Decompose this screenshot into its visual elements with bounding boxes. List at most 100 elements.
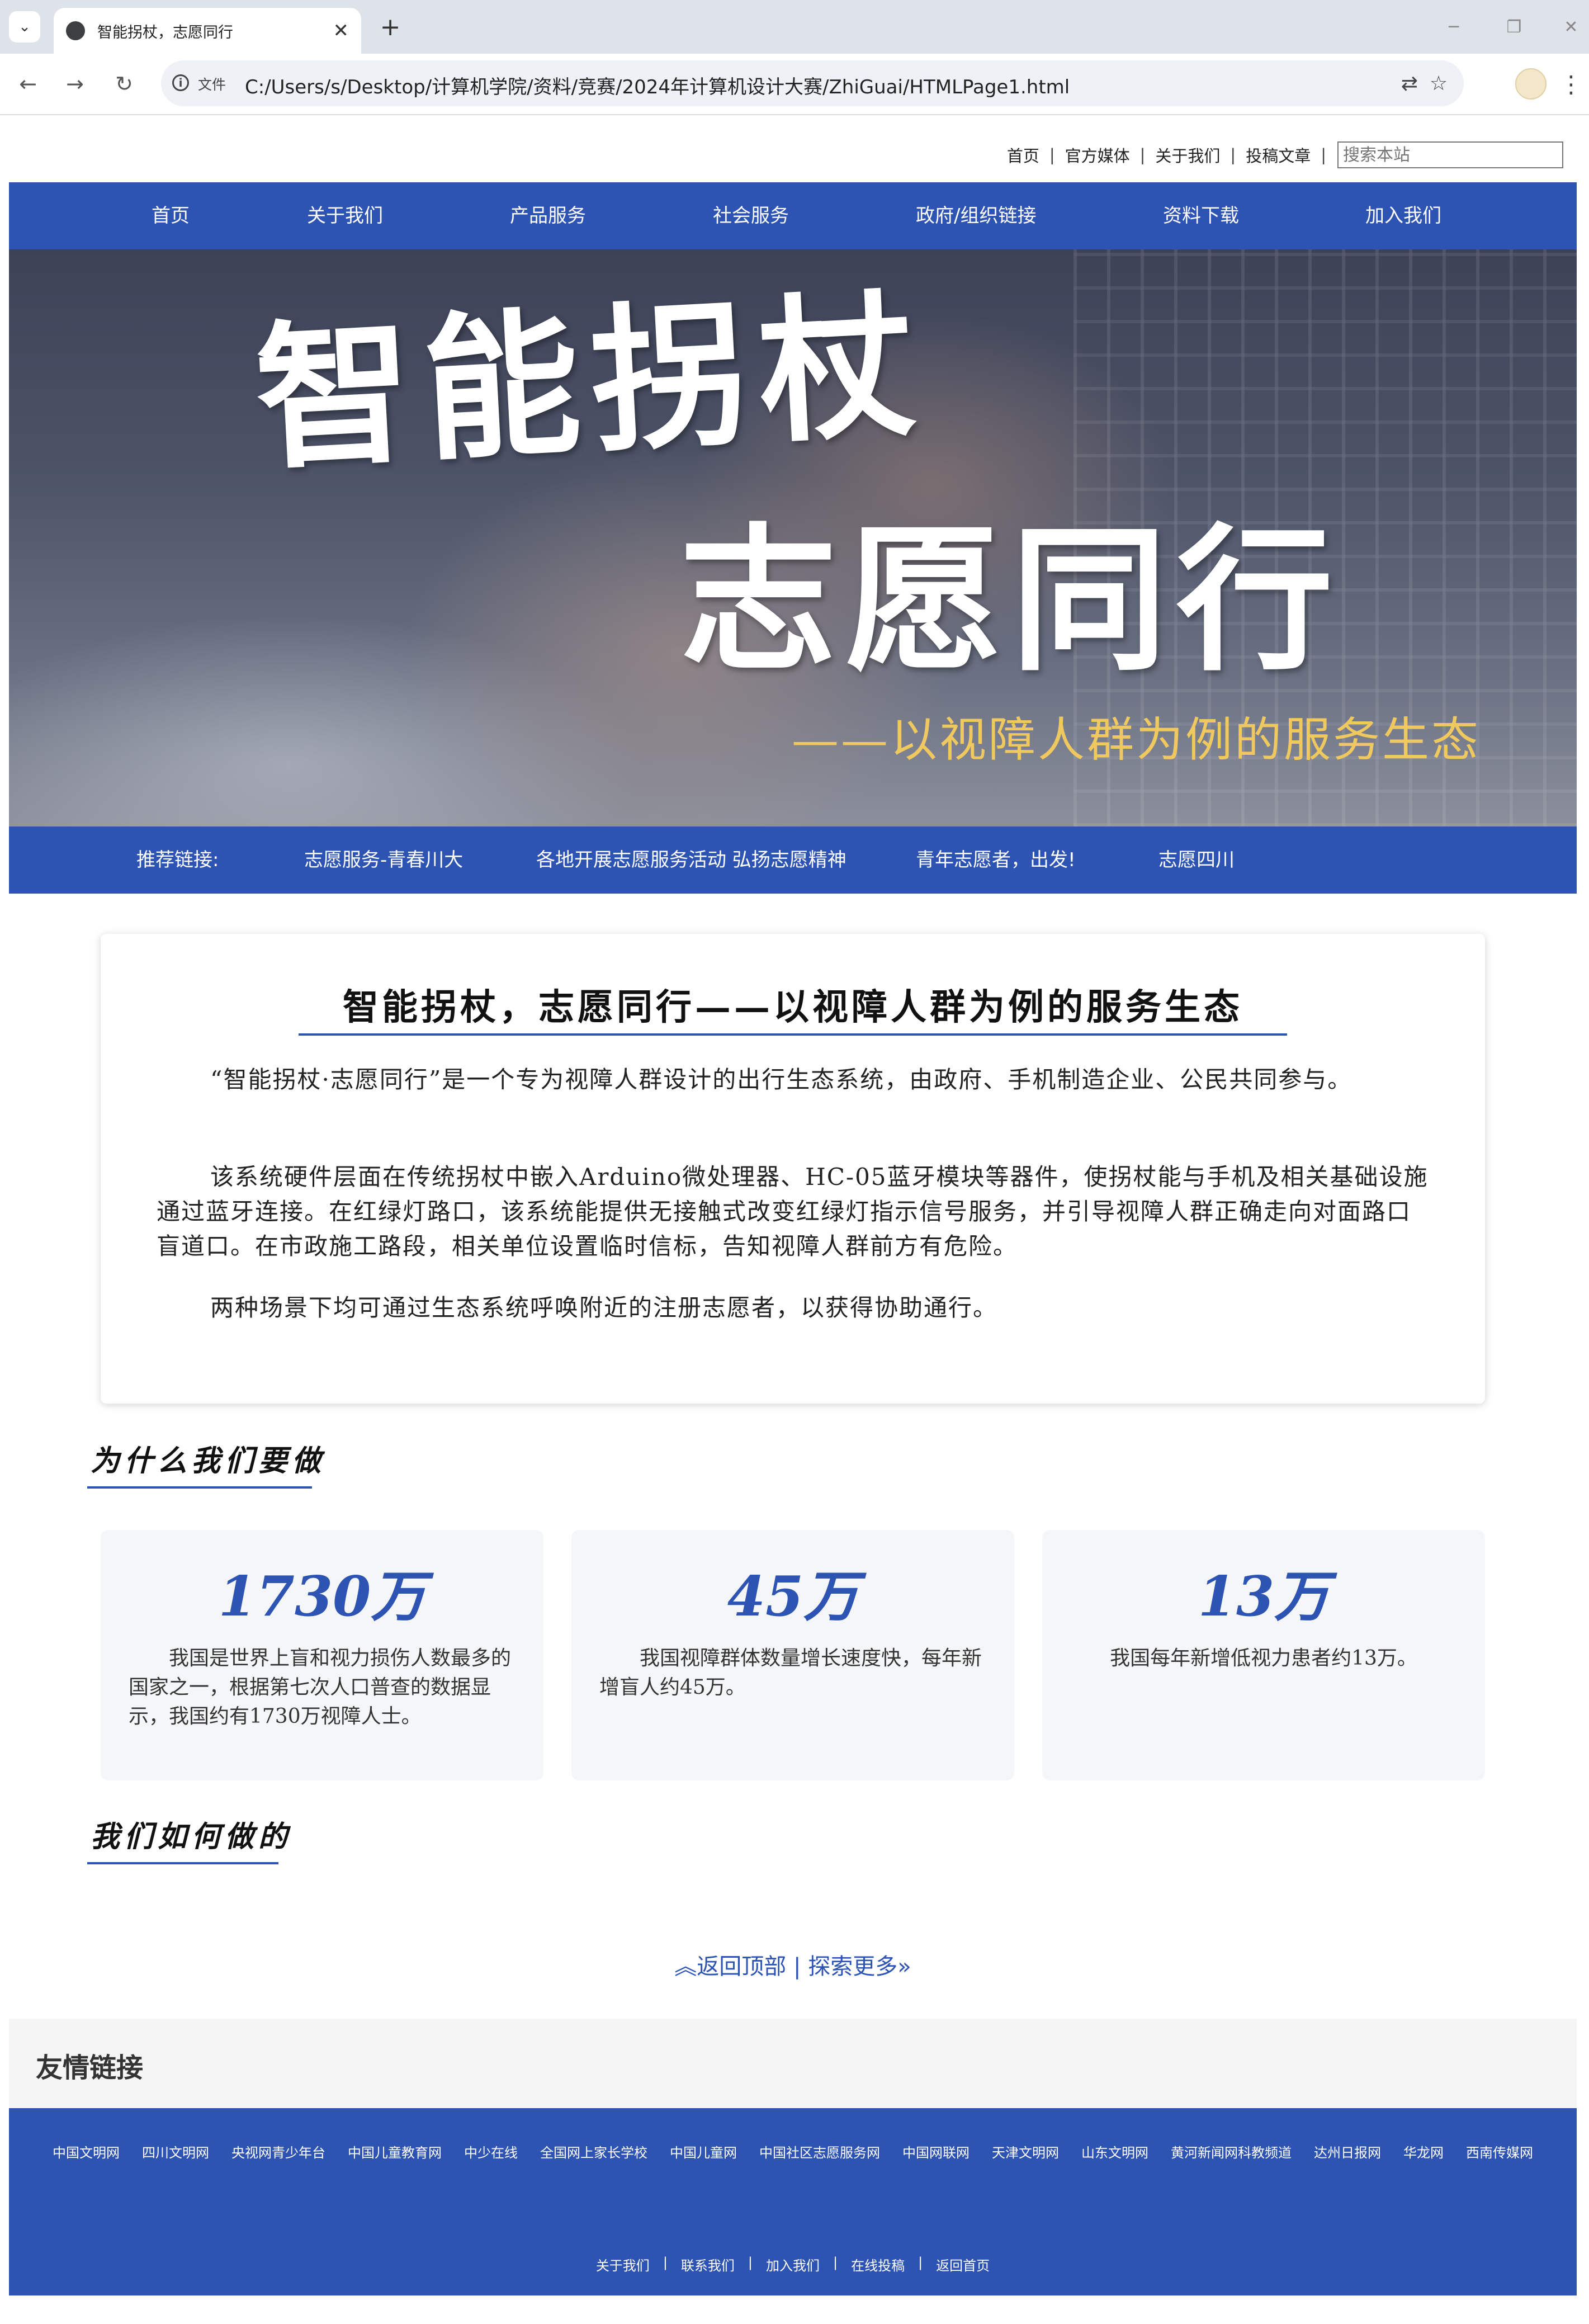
title-underline — [299, 1033, 1287, 1036]
top-link-submit[interactable]: 投稿文章 — [1236, 143, 1321, 167]
recommended-label: 推荐链接: — [136, 849, 219, 871]
back-to-top-link[interactable]: 返回顶部 — [697, 1954, 786, 1980]
friend-link[interactable]: 华龙网 — [1392, 2142, 1455, 2161]
footer-link-join[interactable]: 加入我们 — [759, 2255, 826, 2274]
chevron-up-icon[interactable]: ︽ — [674, 1954, 697, 1980]
top-link-about[interactable]: 关于我们 — [1145, 143, 1230, 167]
globe-icon — [66, 21, 85, 40]
tab-search-button[interactable]: ⌄ — [9, 11, 40, 42]
banner-title-line2: 志愿同行 — [680, 508, 1342, 692]
heading-underline — [87, 1862, 278, 1864]
separator: | — [1230, 145, 1236, 164]
footer-links: 关于我们 | 联系我们 | 加入我们 | 在线投稿 | 返回首页 — [9, 2255, 1577, 2274]
nav-products[interactable]: 产品服务 — [510, 182, 586, 249]
footer-link-contact[interactable]: 联系我们 — [674, 2255, 741, 2274]
stat-description: 我国视障群体数量增长速度快，每年新增盲人约45万。 — [599, 1647, 982, 1699]
recommended-link[interactable]: 各地开展志愿服务活动 弘扬志愿精神 — [536, 826, 846, 894]
window-close-icon[interactable]: ✕ — [1549, 11, 1589, 42]
nav-gov[interactable]: 政府/组织链接 — [916, 182, 1036, 249]
banner-subtitle: ——以视障人群为例的服务生态 — [792, 712, 1481, 767]
more-menu-icon[interactable]: ⋮ — [1559, 68, 1583, 100]
footer-link-about[interactable]: 关于我们 — [589, 2255, 656, 2274]
top-link-home[interactable]: 首页 — [997, 143, 1049, 167]
nav-downloads[interactable]: 资料下载 — [1163, 182, 1239, 249]
stat-number: 45万 — [727, 1565, 859, 1629]
friend-link[interactable]: 天津文明网 — [981, 2142, 1070, 2161]
recommended-links-bar: 推荐链接: 志愿服务-青春川大 各地开展志愿服务活动 弘扬志愿精神 青年志愿者，… — [9, 826, 1577, 894]
browser-tab[interactable]: 智能拐杖，志愿同行 ✕ — [54, 8, 361, 54]
browser-tabstrip: ⌄ 智能拐杖，志愿同行 ✕ + ─ ❐ ✕ — [0, 0, 1589, 54]
nav-join[interactable]: 加入我们 — [1365, 182, 1441, 249]
separator: | — [1049, 145, 1055, 164]
intro-card: 智能拐杖，志愿同行——以视障人群为例的服务生态 “智能拐杖·志愿同行”是一个专为… — [101, 934, 1485, 1404]
forward-arrow-icon[interactable]: → — [59, 68, 91, 100]
file-chip: 文件 — [198, 77, 226, 93]
translate-icon[interactable]: ⇄ — [1397, 70, 1422, 96]
chevron-right-icon[interactable]: » — [897, 1954, 911, 1980]
tab-title: 智能拐杖，志愿同行 — [97, 23, 233, 41]
stat-description: 我国每年新增低视力患者约13万。 — [1110, 1647, 1417, 1670]
profile-avatar[interactable] — [1515, 68, 1547, 100]
web-page: 首页 | 官方媒体 | 关于我们 | 投稿文章 | 首页 关于我们 产品服务 社… — [9, 129, 1577, 2295]
why-heading: 为什么我们要做 — [91, 1444, 326, 1478]
stat-number: 1730万 — [218, 1565, 426, 1629]
url-text[interactable]: C:/Users/s/Desktop/计算机学院/资料/竞赛/2024年计算机设… — [245, 72, 1070, 99]
intro-paragraph: “智能拐杖·志愿同行”是一个专为视障人群设计的出行生态系统，由政府、手机制造企业… — [210, 1066, 1352, 1093]
close-icon[interactable]: ✕ — [333, 20, 349, 42]
separator: | — [1321, 145, 1326, 164]
separator: | — [918, 2255, 923, 2270]
friend-link[interactable]: 中国网联网 — [891, 2142, 981, 2161]
friend-link[interactable]: 中国儿童教育网 — [337, 2142, 453, 2161]
separator: | — [833, 2255, 838, 2270]
nav-social[interactable]: 社会服务 — [713, 182, 789, 249]
minimize-icon[interactable]: ─ — [1431, 11, 1476, 42]
stat-description: 我国是世界上盲和视力损伤人数最多的国家之一，根据第七次人口普查的数据显示，我国约… — [129, 1647, 512, 1728]
recommended-link[interactable]: 志愿服务-青春川大 — [304, 826, 463, 894]
browser-toolbar: ← → ↻ i 文件 C:/Users/s/Desktop/计算机学院/资料/竞… — [0, 54, 1589, 115]
separator: | — [793, 1954, 801, 1980]
restore-icon[interactable]: ❐ — [1492, 11, 1536, 42]
address-bar[interactable]: i 文件 C:/Users/s/Desktop/计算机学院/资料/竞赛/2024… — [161, 60, 1464, 106]
reload-icon[interactable]: ↻ — [108, 68, 140, 100]
friend-link[interactable]: 央视网青少年台 — [220, 2142, 337, 2161]
separator: | — [748, 2255, 753, 2270]
intro-paragraph: 该系统硬件层面在传统拐杖中嵌入Arduino微处理器、HC-05蓝牙模块等器件，… — [157, 1163, 1429, 1260]
site-search-input[interactable] — [1337, 141, 1563, 168]
stat-number: 13万 — [1198, 1565, 1330, 1629]
footer-link-submit[interactable]: 在线投稿 — [844, 2255, 911, 2274]
friend-link[interactable]: 四川文明网 — [131, 2142, 220, 2161]
info-icon[interactable]: i — [172, 74, 189, 91]
friend-link[interactable]: 中国儿童网 — [659, 2142, 748, 2161]
explore-more-link[interactable]: 探索更多 — [808, 1954, 897, 1980]
stat-card: 45万 我国视障群体数量增长速度快，每年新增盲人约45万。 — [571, 1530, 1014, 1780]
friend-link[interactable]: 黄河新闻网科教频道 — [1160, 2142, 1303, 2161]
intro-title: 智能拐杖，志愿同行——以视障人群为例的服务生态 — [343, 986, 1243, 1028]
banner-title-line1: 智能拐杖 — [251, 272, 931, 492]
recommended-link[interactable]: 青年志愿者，出发! — [916, 826, 1076, 894]
friend-link[interactable]: 中少在线 — [453, 2142, 529, 2161]
friend-link[interactable]: 全国网上家长学校 — [529, 2142, 659, 2161]
friend-link[interactable]: 西南传媒网 — [1455, 2142, 1544, 2161]
separator: | — [1139, 145, 1146, 164]
back-to-top-bar: ︽返回顶部 | 探索更多» — [9, 1948, 1577, 1981]
separator: | — [663, 2255, 668, 2270]
friend-link[interactable]: 山东文明网 — [1070, 2142, 1160, 2161]
recommended-link[interactable]: 志愿四川 — [1158, 826, 1235, 894]
top-link-media[interactable]: 官方媒体 — [1055, 143, 1140, 167]
back-arrow-icon[interactable]: ← — [12, 68, 44, 100]
hero-banner: 智能拐杖 志愿同行 ——以视障人群为例的服务生态 — [9, 249, 1577, 826]
stat-card: 1730万 我国是世界上盲和视力损伤人数最多的国家之一，根据第七次人口普查的数据… — [101, 1530, 543, 1780]
top-links-bar: 首页 | 官方媒体 | 关于我们 | 投稿文章 | — [997, 141, 1563, 169]
nav-home[interactable]: 首页 — [152, 182, 190, 249]
main-nav: 首页 关于我们 产品服务 社会服务 政府/组织链接 资料下载 加入我们 — [9, 182, 1577, 249]
footer-link-home[interactable]: 返回首页 — [929, 2255, 996, 2274]
friend-links-list: 中国文明网 四川文明网 央视网青少年台 中国儿童教育网 中少在线 全国网上家长学… — [9, 2142, 1577, 2161]
how-heading: 我们如何做的 — [91, 1820, 292, 1854]
bookmark-star-icon[interactable]: ☆ — [1426, 70, 1451, 96]
friend-link[interactable]: 中国文明网 — [41, 2142, 131, 2161]
friend-link[interactable]: 达州日报网 — [1303, 2142, 1392, 2161]
friend-link[interactable]: 中国社区志愿服务网 — [748, 2142, 891, 2161]
footer: 中国文明网 四川文明网 央视网青少年台 中国儿童教育网 中少在线 全国网上家长学… — [9, 2108, 1577, 2295]
new-tab-button[interactable]: + — [375, 11, 406, 42]
nav-about[interactable]: 关于我们 — [307, 182, 383, 249]
